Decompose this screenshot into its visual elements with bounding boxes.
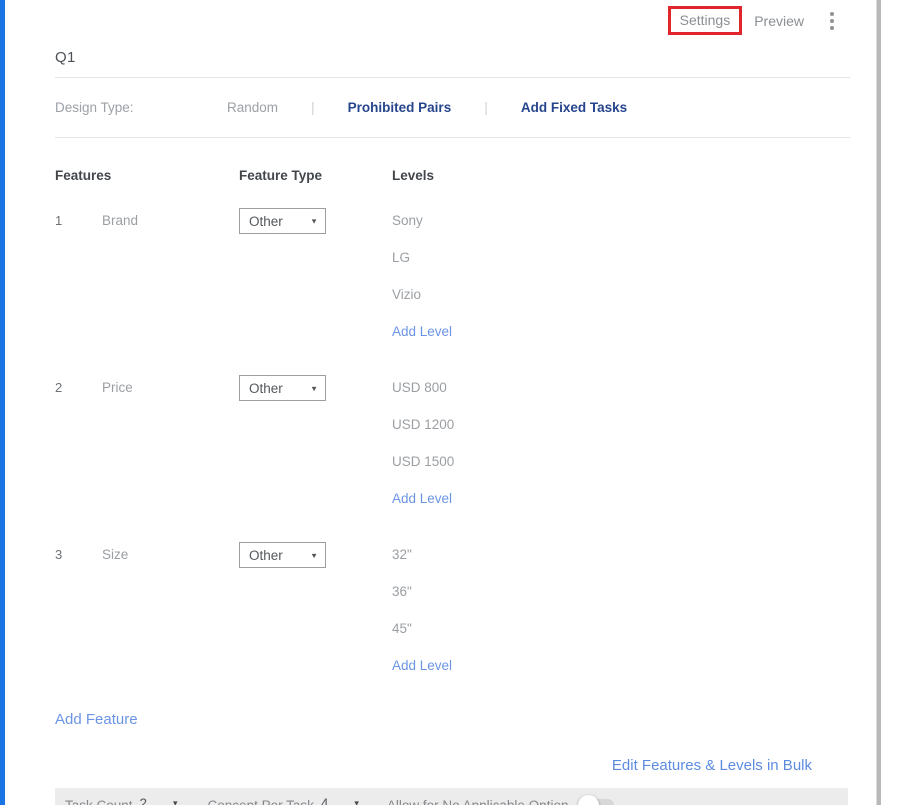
settings-button[interactable]: Settings (668, 6, 743, 35)
add-level-link[interactable]: Add Level (392, 491, 850, 508)
level-item[interactable]: USD 1200 (392, 417, 850, 434)
more-options-icon[interactable] (826, 8, 838, 34)
concept-per-task-label: Concept Per Task (208, 798, 314, 805)
level-item[interactable]: USD 800 (392, 380, 850, 397)
divider (55, 137, 850, 138)
left-accent-bar (0, 0, 5, 805)
feature-type-column-header: Feature Type (239, 168, 392, 183)
preview-button[interactable]: Preview (754, 13, 804, 29)
level-item[interactable]: USD 1500 (392, 454, 850, 471)
level-item[interactable]: Vizio (392, 287, 850, 304)
dot (830, 19, 834, 23)
task-count-value: 2 (140, 796, 148, 805)
level-item[interactable]: Sony (392, 213, 850, 230)
feature-row-size: 3 Size Other ▼ 32" 36" 45" Add Level (55, 542, 850, 675)
dropdown-arrow-icon: ▼ (310, 384, 318, 392)
dot (830, 26, 834, 30)
design-type-option-prohibited-pairs[interactable]: Prohibited Pairs (348, 100, 452, 115)
level-item[interactable]: 45" (392, 621, 850, 638)
feature-name[interactable]: Price (102, 375, 239, 508)
level-item[interactable]: 32" (392, 547, 850, 564)
dot (830, 12, 834, 16)
design-type-row: Design Type: Random | Prohibited Pairs |… (55, 78, 850, 137)
level-item[interactable]: LG (392, 250, 850, 267)
caret-down-icon: ▾ (354, 798, 359, 805)
level-item[interactable]: 36" (392, 584, 850, 601)
feature-row-price: 2 Price Other ▼ USD 800 USD 1200 USD 150… (55, 375, 850, 508)
question-title: Q1 (55, 49, 850, 66)
feature-row-brand: 1 Brand Other ▼ Sony LG Vizio Add Level (55, 208, 850, 341)
feature-name[interactable]: Size (102, 542, 239, 675)
design-type-label: Design Type: (55, 100, 169, 115)
task-settings-bar: Task Count 2 ▾ Concept Per Task 4 ▾ Allo… (55, 788, 848, 805)
dropdown-arrow-icon: ▼ (310, 217, 318, 225)
caret-down-icon: ▾ (173, 798, 178, 805)
add-level-link[interactable]: Add Level (392, 658, 850, 675)
feature-name[interactable]: Brand (102, 208, 239, 341)
bulk-edit-row: Edit Features & Levels in Bulk (55, 757, 850, 775)
design-type-option-add-fixed-tasks[interactable]: Add Fixed Tasks (521, 100, 627, 115)
feature-type-select[interactable]: Other ▼ (239, 208, 326, 234)
scrollbar-track[interactable] (876, 0, 881, 805)
conjoint-design-page: Settings Preview Q1 Design Type: Random … (0, 0, 900, 805)
feature-type-value: Other (249, 381, 283, 396)
concept-per-task-select[interactable]: 4 ▾ (321, 796, 359, 805)
feature-number: 3 (55, 542, 102, 675)
features-table-header: Features Feature Type Levels (55, 168, 850, 183)
feature-type-value: Other (249, 548, 283, 563)
feature-number: 2 (55, 375, 102, 508)
task-count-label: Task Count (65, 798, 133, 805)
separator: | (484, 99, 488, 115)
feature-number: 1 (55, 208, 102, 341)
toggle-knob (578, 795, 599, 805)
no-applicable-toggle[interactable] (580, 799, 614, 805)
add-level-link[interactable]: Add Level (392, 324, 850, 341)
no-applicable-option-label: Allow for No Applicable Option (387, 798, 569, 805)
feature-type-select[interactable]: Other ▼ (239, 542, 326, 568)
main-content: Settings Preview Q1 Design Type: Random … (55, 0, 850, 805)
feature-type-value: Other (249, 214, 283, 229)
add-feature-link[interactable]: Add Feature (55, 711, 850, 728)
task-count-select[interactable]: 2 ▾ (140, 796, 178, 805)
separator: | (311, 99, 315, 115)
design-type-option-random[interactable]: Random (227, 100, 278, 115)
concept-per-task-value: 4 (321, 796, 329, 805)
top-toolbar: Settings Preview (55, 0, 850, 35)
dropdown-arrow-icon: ▼ (310, 551, 318, 559)
levels-column-header: Levels (392, 168, 850, 183)
feature-type-select[interactable]: Other ▼ (239, 375, 326, 401)
features-column-header: Features (55, 168, 239, 183)
edit-features-levels-bulk-link[interactable]: Edit Features & Levels in Bulk (612, 757, 812, 774)
